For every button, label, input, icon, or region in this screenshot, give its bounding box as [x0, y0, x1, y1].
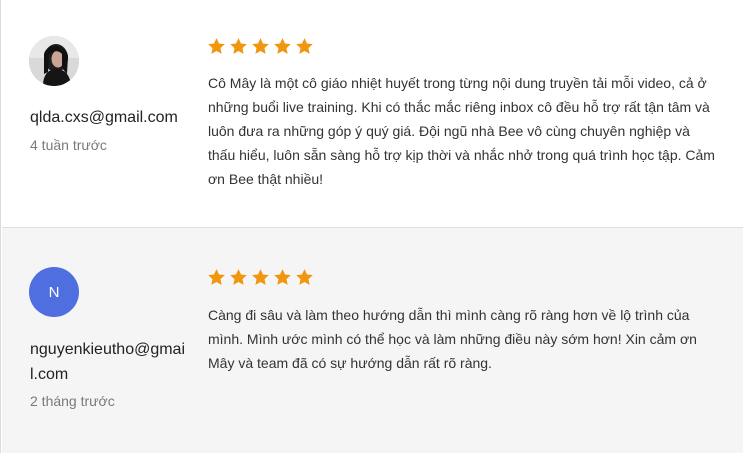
review-time: 4 tuần trước [30, 137, 107, 153]
star-icon [229, 268, 248, 287]
review-time: 2 tháng trước [30, 393, 115, 409]
star-icon [273, 37, 292, 56]
star-icon [295, 37, 314, 56]
avatar-photo [29, 36, 79, 86]
review-text: Cô Mây là một cô giáo nhiệt huyết trong … [208, 75, 715, 187]
review-item: qlda.cxs@gmail.com 4 tuần trước Cô Mây l… [2, 0, 743, 228]
star-icon [251, 268, 270, 287]
star-icon [207, 268, 226, 287]
rating-stars [207, 268, 314, 287]
star-icon [273, 268, 292, 287]
review-author: nguyenkieutho@gmail.com [30, 341, 186, 383]
star-icon [251, 37, 270, 56]
reviews-list: qlda.cxs@gmail.com 4 tuần trước Cô Mây l… [0, 0, 743, 453]
review-text: Càng đi sâu và làm theo hướng dẫn thì mì… [208, 307, 697, 371]
avatar [29, 36, 79, 86]
avatar: N [29, 267, 79, 317]
review-author: qlda.cxs@gmail.com [30, 109, 178, 126]
star-icon [207, 37, 226, 56]
star-icon [229, 37, 248, 56]
star-icon [295, 268, 314, 287]
rating-stars [207, 37, 314, 56]
review-item: N nguyenkieutho@gmail.com 2 tháng trước … [2, 228, 743, 453]
